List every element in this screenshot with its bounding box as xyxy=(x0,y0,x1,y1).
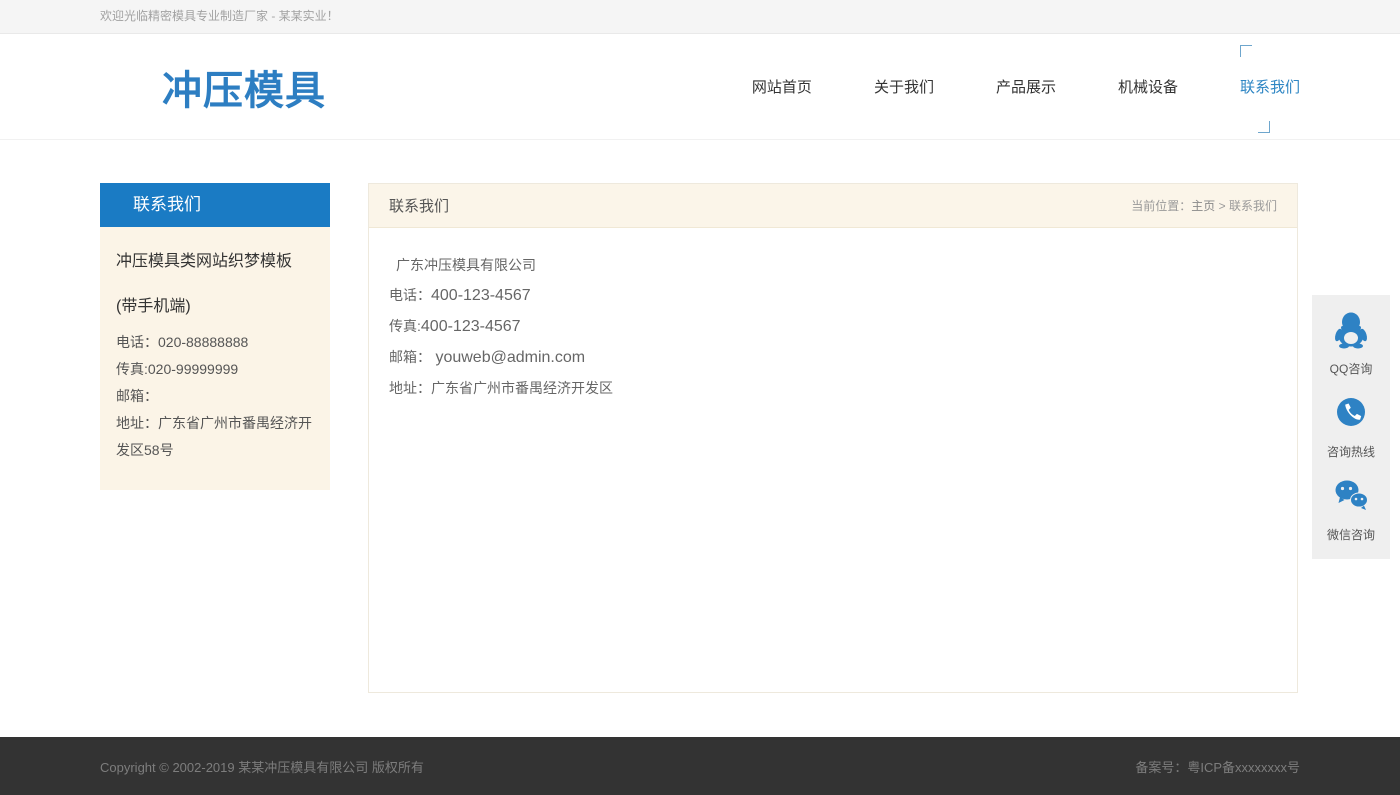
sidebar-title: 联系我们 xyxy=(100,183,330,227)
breadcrumb-separator: > xyxy=(1219,199,1226,213)
qq-icon xyxy=(1331,309,1371,349)
site-footer: Copyright © 2002-2019 某某冲压模具有限公司 版权所有 备案… xyxy=(0,737,1400,795)
icp-number: 备案号：粤ICP备xxxxxxxx号 xyxy=(1135,757,1300,776)
hotline-label: 咨询热线 xyxy=(1312,443,1390,460)
sidebar-intro-line1: 冲压模具类网站织梦模板 xyxy=(116,239,314,284)
qq-consult-button[interactable]: QQ咨询 xyxy=(1312,309,1390,377)
contact-row-phone: 电话：400-123-4567 xyxy=(389,280,1277,311)
breadcrumb: 当前位置：主页 > 联系我们 xyxy=(1131,197,1277,214)
nav-item-home[interactable]: 网站首页 xyxy=(752,76,812,97)
breadcrumb-prefix: 当前位置： xyxy=(1131,199,1191,213)
contact-row-email: 邮箱： youweb@admin.com xyxy=(389,342,1277,373)
contact-main-panel: 联系我们 当前位置：主页 > 联系我们 广东冲压模具有限公司 电话：400-12… xyxy=(368,183,1298,693)
sidebar-phone: 电话：020-88888888 xyxy=(116,329,314,356)
page-title: 联系我们 xyxy=(389,195,449,216)
copyright-text: Copyright © 2002-2019 某某冲压模具有限公司 版权所有 xyxy=(100,757,424,776)
welcome-text: 欢迎光临精密模具专业制造厂家 - 某某实业！ xyxy=(100,9,339,23)
main-nav: 网站首页 关于我们 产品展示 机械设备 联系我们 xyxy=(690,58,1300,115)
panel-header: 联系我们 当前位置：主页 > 联系我们 xyxy=(369,184,1297,228)
wechat-consult-button[interactable]: 微信咨询 xyxy=(1312,475,1390,543)
nav-item-about[interactable]: 关于我们 xyxy=(874,76,934,97)
breadcrumb-home-link[interactable]: 主页 xyxy=(1191,199,1215,213)
nav-item-contact[interactable]: 联系我们 xyxy=(1240,58,1300,115)
contact-row-address: 地址：广东省广州市番禺经济开发区 xyxy=(389,373,1277,404)
wechat-icon xyxy=(1331,475,1371,515)
sidebar-body: 冲压模具类网站织梦模板 (带手机端) 电话：020-88888888 传真:02… xyxy=(100,227,330,490)
contact-sidebar: 联系我们 冲压模具类网站织梦模板 (带手机端) 电话：020-88888888 … xyxy=(100,183,330,490)
float-consult-panel: QQ咨询 咨询热线 微信咨询 xyxy=(1312,295,1390,559)
panel-body: 广东冲压模具有限公司 电话：400-123-4567 传真:400-123-45… xyxy=(369,228,1297,692)
sidebar-address: 地址：广东省广州市番禺经济开发区58号 xyxy=(116,410,314,464)
site-header: 冲压模具 网站首页 关于我们 产品展示 机械设备 联系我们 xyxy=(0,34,1400,140)
breadcrumb-current: 联系我们 xyxy=(1229,199,1277,213)
top-welcome-bar: 欢迎光临精密模具专业制造厂家 - 某某实业！ xyxy=(0,0,1400,34)
phone-icon xyxy=(1331,392,1371,432)
qq-consult-label: QQ咨询 xyxy=(1312,360,1390,377)
nav-item-equipment[interactable]: 机械设备 xyxy=(1118,76,1178,97)
site-logo[interactable]: 冲压模具 xyxy=(162,58,326,116)
hotline-button[interactable]: 咨询热线 xyxy=(1312,392,1390,460)
corner-bracket-bottom-right-icon xyxy=(1258,121,1270,133)
nav-item-products[interactable]: 产品展示 xyxy=(996,76,1056,97)
sidebar-email: 邮箱： xyxy=(116,383,314,410)
contact-row-fax: 传真:400-123-4567 xyxy=(389,311,1277,342)
sidebar-intro-line2: (带手机端) xyxy=(116,284,314,329)
company-name: 广东冲压模具有限公司 xyxy=(389,250,1277,280)
wechat-consult-label: 微信咨询 xyxy=(1312,526,1390,543)
corner-bracket-top-left-icon xyxy=(1240,45,1252,57)
page-content: 联系我们 冲压模具类网站织梦模板 (带手机端) 电话：020-88888888 … xyxy=(0,140,1400,737)
sidebar-fax: 传真:020-99999999 xyxy=(116,356,314,383)
